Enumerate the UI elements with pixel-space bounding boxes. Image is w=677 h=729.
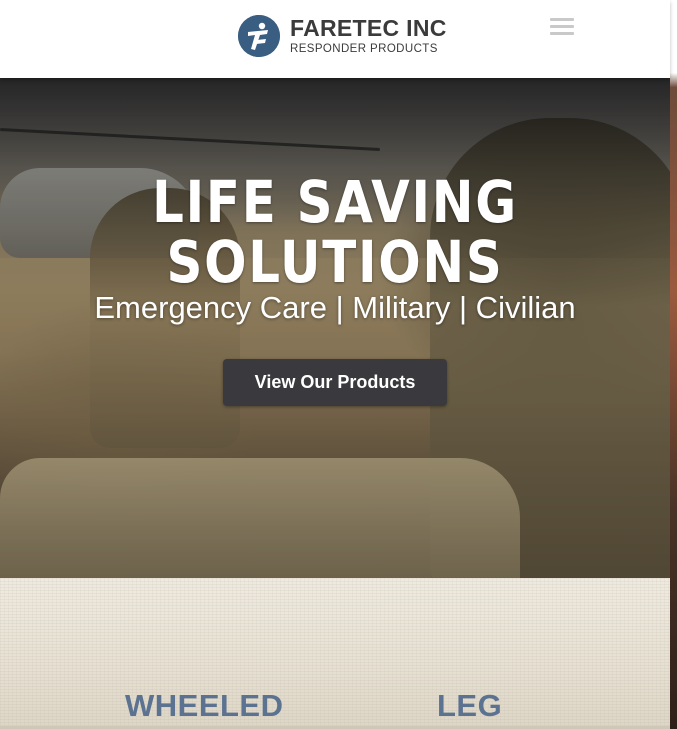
hero-banner: LIFE SAVING SOLUTIONS Emergency Care | M… <box>0 78 670 578</box>
logo-text: FARETEC INC RESPONDER PRODUCTS <box>290 14 447 56</box>
hero-title: LIFE SAVING SOLUTIONS <box>47 172 623 292</box>
hero-subtitle: Emergency Care | Military | Civilian <box>94 290 576 325</box>
site-header: FARETEC INC RESPONDER PRODUCTS <box>0 0 670 78</box>
menu-bar <box>550 32 574 35</box>
view-products-button[interactable]: View Our Products <box>223 359 447 406</box>
faretec-logo-icon <box>238 15 280 57</box>
page-viewport: FARETEC INC RESPONDER PRODUCTS LIFE SAVI… <box>0 0 677 729</box>
hero-title-line-2: SOLUTIONS <box>166 228 504 296</box>
page-edge-background <box>670 0 677 729</box>
product-categories-section: WHEELED LEG <box>0 578 670 729</box>
brand-name: FARETEC INC <box>290 14 447 41</box>
hero-title-line-1: LIFE SAVING <box>152 168 518 236</box>
product-category-wheeled[interactable]: WHEELED <box>125 688 284 724</box>
brand-tagline: RESPONDER PRODUCTS <box>290 42 438 55</box>
hero-overlay <box>0 78 670 578</box>
menu-bar <box>550 25 574 28</box>
site-logo[interactable]: FARETEC INC RESPONDER PRODUCTS <box>238 14 448 58</box>
menu-bar <box>550 18 574 21</box>
product-category-leg[interactable]: LEG <box>437 688 502 724</box>
hamburger-menu-icon[interactable] <box>550 18 576 38</box>
